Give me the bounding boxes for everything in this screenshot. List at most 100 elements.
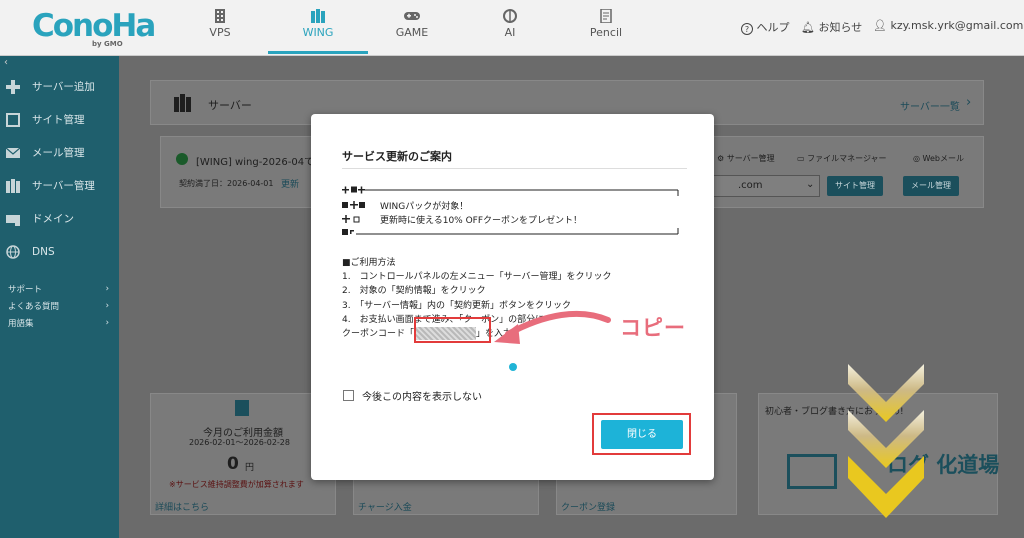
sidebar-item-dns[interactable]: DNS — [0, 235, 119, 268]
sidebar-item-mail[interactable]: メール管理 — [0, 136, 119, 169]
action-server-manage[interactable]: ⚙︎ サーバー管理 — [717, 153, 775, 164]
pencil-doc-icon — [598, 8, 614, 24]
chevron-right-icon: › — [105, 317, 109, 328]
tab-pencil-label: Pencil — [589, 26, 623, 39]
dont-show-label: 今後この内容を表示しない — [362, 392, 482, 403]
chevron-down-icon — [848, 364, 924, 518]
copy-annotation-label: コピー — [620, 316, 686, 340]
coupon-code-highlight — [414, 317, 491, 343]
tab-ai[interactable]: AI — [460, 0, 560, 54]
chevron-right-icon: › — [966, 95, 972, 110]
tab-game[interactable]: GAME — [362, 0, 462, 54]
tab-pencil[interactable]: Pencil — [556, 0, 656, 54]
help-link[interactable]: ? ヘルプ — [741, 19, 790, 35]
sidebar-item-site[interactable]: サイト管理 — [0, 103, 119, 136]
sidebar-sub-label: 用語集 — [8, 318, 34, 329]
usage-period: 2026-02-01〜2026-02-28 — [189, 438, 290, 447]
sidebar-item-label: サーバー追加 — [32, 81, 95, 93]
domain-select-value: .com — [738, 180, 763, 191]
globe-icon — [6, 244, 20, 259]
tab-wing[interactable]: WING — [268, 0, 368, 54]
account-menu[interactable]: 👤︎ kzy.msk.yrk@gmail.com ⌄ — [873, 19, 1024, 32]
server-rack-icon — [174, 94, 192, 115]
sidebar-item-label: メール管理 — [32, 147, 85, 159]
details-link[interactable]: 詳細はこちら — [155, 500, 209, 513]
action-label: ファイルマネージャー — [807, 154, 887, 163]
help-label: ヘルプ — [756, 21, 790, 34]
banner-line-2: 更新時に使える10% OFFクーポンをプレゼント！ — [380, 216, 583, 226]
logo-subtitle: by GMO — [92, 40, 123, 48]
tab-wing-label: WING — [302, 26, 334, 39]
copy-arrow-annotation — [494, 310, 611, 344]
usage-unit: 円 — [245, 463, 255, 473]
sidebar-sub-label: サポート — [8, 284, 43, 295]
coupon-register-link[interactable]: クーポン登録 — [561, 500, 615, 513]
sidebar-item-label: サイト管理 — [32, 114, 85, 126]
modal-title: サービス更新のご案内 — [342, 150, 452, 163]
sidebar-item-domain[interactable]: ドメイン — [0, 202, 119, 235]
modal-divider — [342, 168, 687, 169]
tab-vps[interactable]: VPS — [170, 0, 270, 54]
gamepad-icon — [404, 9, 420, 23]
server-rack-icon — [310, 9, 326, 23]
action-label: サーバー管理 — [726, 154, 775, 163]
sidebar-sub-support[interactable]: サポート › — [0, 280, 119, 297]
usage-step: 1. コントロールパネルの左メニュー「サーバー管理」をクリック — [342, 272, 612, 283]
domain-icon — [6, 212, 20, 226]
action-label: Webメール — [922, 154, 964, 163]
usage-amount: 0 — [227, 454, 239, 474]
server-list-link[interactable]: サーバー一覧 — [900, 98, 960, 113]
conoha-logo[interactable]: ConoHa — [32, 8, 156, 44]
server-grid-icon — [212, 9, 228, 23]
service-renewal-modal: サービス更新のご案内 WINGパックが対象！ 更新時に使える10% OFFクーポ… — [311, 114, 714, 480]
tab-game-label: GAME — [395, 26, 429, 39]
bell-icon: 🔔︎ — [801, 21, 815, 34]
server-name[interactable]: [WING] wing-2026-04で — [196, 153, 314, 168]
chevron-right-icon: › — [105, 283, 109, 294]
sidebar-item-label: ドメイン — [32, 213, 74, 225]
dont-show-checkbox[interactable] — [343, 390, 354, 401]
sidebar-item-server[interactable]: サーバー管理 — [0, 169, 119, 202]
document-icon — [235, 400, 249, 416]
domain-select[interactable]: .com ⌄ — [713, 175, 820, 197]
mail-manage-button[interactable]: メール管理 — [903, 176, 959, 196]
close-button[interactable]: 閉じる — [601, 420, 683, 449]
update-link[interactable]: 更新 — [281, 177, 299, 190]
top-header: ConoHa by GMO VPS WING GAME AI Pencil ? … — [0, 0, 1024, 56]
usage-note: ※サービス維持調整費が加算されます — [169, 480, 304, 489]
server-icon — [6, 178, 20, 193]
window-icon — [6, 112, 20, 127]
sidebar: ‹ サーバー追加 サイト管理 メール管理 サーバー管理 ドメイン DNS サポー… — [0, 56, 119, 538]
tab-vps-label: VPS — [209, 26, 231, 39]
coupon-prefix: クーポンコード「 — [342, 329, 415, 340]
dont-show-again[interactable]: 今後この内容を表示しない — [343, 388, 482, 403]
charge-link[interactable]: チャージ入金 — [358, 500, 412, 513]
laptop-icon — [787, 454, 837, 489]
action-file-manager[interactable]: ▭ ファイルマネージャー — [797, 153, 887, 164]
mail-icon — [5, 146, 21, 160]
chevron-right-icon: › — [105, 300, 109, 311]
site-manage-button[interactable]: サイト管理 — [827, 176, 883, 196]
usage-heading: ■ご利用方法 — [342, 258, 396, 268]
notifications-label: お知らせ — [818, 21, 863, 34]
carousel-dot[interactable] — [509, 363, 517, 371]
usage-card: 今月のご利用金額 2026-02-01〜2026-02-28 0 円 ※サービス… — [150, 393, 336, 515]
action-webmail[interactable]: ◎ Webメール — [913, 153, 964, 164]
sidebar-item-add-server[interactable]: サーバー追加 — [0, 70, 119, 103]
brain-icon — [502, 9, 518, 23]
banner-line-1: WINGパックが対象！ — [380, 202, 469, 212]
banner-frame — [342, 186, 679, 235]
coupon-banner: WINGパックが対象！ 更新時に使える10% OFFクーポンをプレゼント！ — [342, 186, 682, 238]
tab-ai-label: AI — [504, 26, 516, 39]
sidebar-sub-faq[interactable]: よくある質問 › — [0, 297, 119, 314]
sidebar-collapse-button[interactable]: ‹ — [0, 56, 119, 70]
usage-step: 2. 対象の「契約情報」をクリック — [342, 286, 486, 297]
sidebar-sub-label: よくある質問 — [8, 301, 60, 312]
sidebar-item-label: DNS — [32, 245, 55, 258]
account-email: kzy.msk.yrk@gmail.com — [890, 19, 1024, 32]
contract-end-date: 契約満了日：2026-04-01 — [179, 179, 274, 188]
power-icon — [176, 153, 188, 165]
sidebar-sub-glossary[interactable]: 用語集 › — [0, 314, 119, 331]
notifications-link[interactable]: 🔔︎ お知らせ — [801, 19, 862, 35]
